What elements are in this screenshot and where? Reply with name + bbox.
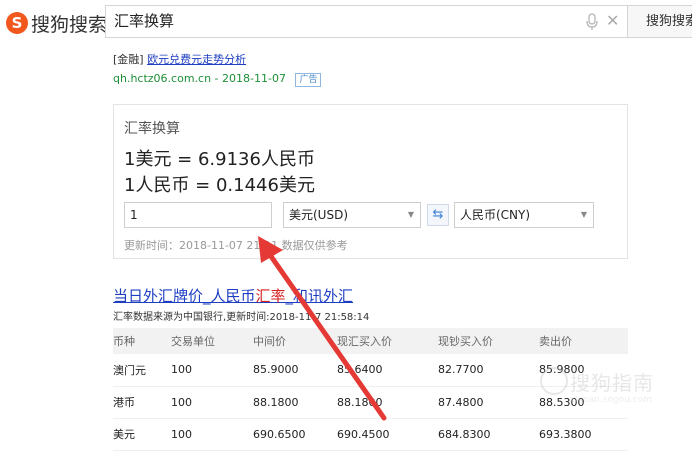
from-currency-value: 美元(USD): [289, 208, 349, 222]
table-cell: 100: [171, 418, 253, 451]
rate-cny-to-usd: 1人民币 = 0.1446美元: [124, 175, 315, 196]
table-cell: 澳门元: [113, 354, 171, 387]
chevron-down-icon: ▼: [580, 210, 587, 219]
column-header: 交易单位: [171, 328, 253, 354]
amount-input[interactable]: 1: [124, 202, 272, 228]
table-cell: 693.3800: [539, 418, 628, 451]
to-currency-select[interactable]: 人民币(CNY) ▼: [454, 202, 594, 228]
result-title-pre: 当日外汇牌价_人民币: [113, 287, 256, 305]
ad-source[interactable]: qh.hctz06.com.cn - 2018-11-07: [113, 72, 286, 85]
sogou-logo[interactable]: S 搜狗搜索: [6, 10, 107, 36]
header-bar: S 搜狗搜索 汇率换算 ✕ 搜狗搜索: [0, 0, 692, 47]
exchange-converter-card: 汇率换算 1美元 = 6.9136人民币 1人民币 = 0.1446美元 1 美…: [113, 104, 628, 259]
table-cell: 82.7700: [438, 354, 539, 387]
ad-title-link[interactable]: 欧元兑费元走势分析: [147, 53, 246, 66]
table-cell: 684.8300: [438, 418, 539, 451]
to-currency-value: 人民币(CNY): [460, 208, 531, 222]
table-cell: 85.9000: [253, 354, 337, 387]
table-cell: 88.1800: [337, 386, 438, 419]
column-header: 现钞买入价: [438, 328, 539, 354]
ad-title-line: [金融] 欧元兑费元走势分析: [113, 51, 321, 67]
table-cell: 美元: [113, 418, 171, 451]
from-currency-select[interactable]: 美元(USD) ▼: [283, 202, 421, 228]
table-cell: 港币: [113, 386, 171, 419]
converter-title: 汇率换算: [124, 121, 180, 137]
logo-text: 搜狗搜索: [31, 13, 108, 36]
microphone-icon[interactable]: [586, 13, 598, 31]
result-subtitle: 汇率数据来源为中国银行,更新时间:2018-11-7 21:58:14: [113, 312, 370, 323]
table-cell: 87.4800: [438, 386, 539, 419]
result-title-highlight: 汇率: [255, 287, 286, 305]
ad-source-line: qh.hctz06.com.cn - 2018-11-07 广告: [113, 72, 322, 87]
rate-usd-to-cny: 1美元 = 6.9136人民币: [124, 149, 315, 170]
search-box: 汇率换算 ✕: [105, 5, 628, 38]
column-header: 中间价: [253, 328, 337, 354]
watermark-url: zhinan.sogou.com: [570, 395, 652, 405]
search-button[interactable]: 搜狗搜索: [628, 5, 692, 38]
table-cell: 690.4500: [337, 418, 438, 451]
column-header: 卖出价: [539, 328, 628, 354]
watermark-text: 搜狗指南: [570, 371, 654, 395]
column-header: 币种: [113, 328, 171, 354]
close-icon[interactable]: ✕: [606, 13, 620, 29]
ad-result: [金融] 欧元兑费元走势分析 qh.hctz06.com.cn - 2018-1…: [113, 51, 322, 87]
ad-badge: 广告: [295, 73, 322, 87]
swap-currencies-button[interactable]: ⇆: [427, 204, 449, 226]
table-cell: 88.1800: [253, 386, 337, 419]
watermark-logo-icon: [540, 367, 568, 395]
table-cell: 690.6500: [253, 418, 337, 451]
search-input[interactable]: 汇率换算: [114, 6, 534, 37]
table-cell: 100: [171, 386, 253, 419]
result-title-link[interactable]: 当日外汇牌价_人民币汇率_和讯外汇: [113, 285, 353, 306]
ad-tag: [金融]: [113, 53, 144, 66]
table-cell: 100: [171, 354, 253, 387]
column-header: 现汇买入价: [337, 328, 438, 354]
swap-icon: ⇆: [432, 207, 444, 222]
table-header-row: 币种 交易单位 中间价 现汇买入价 现钞买入价 卖出价: [113, 328, 628, 354]
sogou-logo-icon: S: [6, 12, 28, 34]
result-title-post: _和讯外汇: [285, 287, 354, 305]
update-note: 更新时间：2018-11-07 21:11 数据仅供参考: [124, 239, 348, 252]
sogou-zhinan-watermark: 搜狗指南 zhinan.sogou.com: [540, 363, 690, 413]
chevron-down-icon: ▼: [407, 210, 414, 219]
table-row: 美元 100 690.6500 690.4500 684.8300 693.38…: [113, 418, 628, 451]
table-cell: 85.6400: [337, 354, 438, 387]
